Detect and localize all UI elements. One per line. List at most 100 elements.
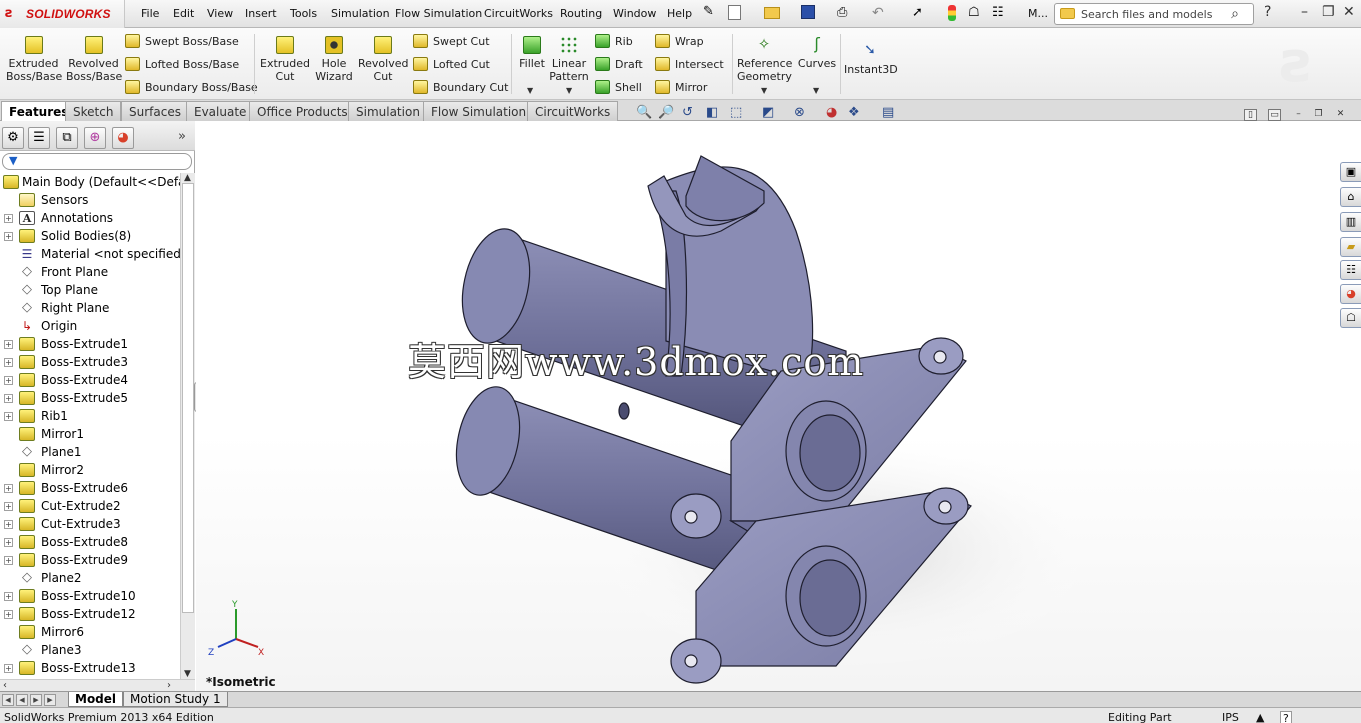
view-palette-tab[interactable]: ☷ <box>1340 260 1361 280</box>
tab-sketch[interactable]: Sketch <box>65 101 122 121</box>
tree-item[interactable]: + Boss-Extrude8 <box>0 533 180 551</box>
tab-motion-study-1[interactable]: Motion Study 1 <box>123 692 228 707</box>
lofted-cut-button[interactable]: Lofted Cut <box>413 57 490 71</box>
lofted-boss-button[interactable]: Lofted Boss/Base <box>125 57 239 71</box>
expand-icon[interactable]: + <box>4 232 13 241</box>
first-tab-icon[interactable]: ◀ <box>2 694 14 706</box>
expand-icon[interactable]: + <box>4 484 13 493</box>
revolved-cut-button[interactable]: Revolved Cut <box>358 36 408 83</box>
hole-wizard-button[interactable]: Hole Wizard <box>313 36 355 83</box>
tree-item[interactable]: ◇ Front Plane <box>0 263 180 281</box>
expand-icon[interactable]: + <box>4 502 13 511</box>
scroll-right-icon[interactable]: › <box>167 680 171 691</box>
menu-tools[interactable]: Tools <box>290 7 317 20</box>
draft-button[interactable]: Draft <box>595 57 643 71</box>
display-manager-tab[interactable]: ◕ <box>112 127 134 149</box>
tree-item[interactable]: + Cut-Extrude3 <box>0 515 180 533</box>
boundary-boss-button[interactable]: Boundary Boss/Base <box>125 80 258 94</box>
options-icon[interactable]: ☷ <box>992 5 1008 21</box>
tree-item[interactable]: ☰ Material <not specified> <box>0 245 180 263</box>
tab-model[interactable]: Model <box>68 692 124 707</box>
tree-item[interactable]: ◇ Top Plane <box>0 281 180 299</box>
linear-pattern-button[interactable]: Linear Pattern <box>548 36 590 83</box>
undo-icon[interactable]: ↶ <box>872 5 888 21</box>
display-style-icon[interactable]: ◩ <box>762 105 774 120</box>
tree-item[interactable]: + Boss-Extrude4 <box>0 371 180 389</box>
tree-item[interactable]: Mirror2 <box>0 461 180 479</box>
previous-view-icon[interactable]: ↺ <box>682 105 693 120</box>
expand-icon[interactable]: + <box>4 538 13 547</box>
wrap-button[interactable]: Wrap <box>655 34 704 48</box>
extruded-cut-button[interactable]: Extruded Cut <box>260 36 310 83</box>
revolved-boss-button[interactable]: Revolved Boss/Base <box>66 36 122 83</box>
scroll-down-icon[interactable]: ▼ <box>184 669 191 679</box>
curves-button[interactable]: ʃ Curves <box>797 36 837 71</box>
apply-scene-icon[interactable]: ❖ <box>848 105 860 120</box>
viewport-tile-icon[interactable]: ▭ <box>1268 109 1281 121</box>
tree-item[interactable]: + Solid Bodies(8) <box>0 227 180 245</box>
tree-item[interactable]: + Boss-Extrude10 <box>0 587 180 605</box>
scroll-thumb[interactable] <box>182 183 194 613</box>
graphics-area[interactable]: 🔍 🔎 ↺ ◧ ⬚ ◩ ⊗ ◕ ❖ ▤ ▯ ▭ – ❐ ✕ 莫西网www.3dm… <box>196 105 1361 691</box>
solidworks-logo[interactable]: ƨ SOLIDWORKS <box>0 0 125 28</box>
tab-circuitworks[interactable]: CircuitWorks <box>527 101 619 121</box>
menu-routing[interactable]: Routing <box>560 7 602 20</box>
viewport-minimize-icon[interactable]: – <box>1292 109 1305 121</box>
reference-dropdown-icon[interactable]: ▼ <box>761 86 767 95</box>
rebuild-icon[interactable] <box>948 5 956 21</box>
status-units-text[interactable]: IPS <box>1222 711 1239 723</box>
help-icon[interactable]: ? <box>1264 4 1271 20</box>
tree-item[interactable]: ◇ Plane1 <box>0 443 180 461</box>
prev-tab-icon[interactable]: ◀ <box>16 694 28 706</box>
tree-item[interactable]: + Rib1 <box>0 407 180 425</box>
expand-icon[interactable]: + <box>4 394 13 403</box>
zoom-to-fit-icon[interactable]: 🔍 <box>636 105 652 120</box>
instant3d-button[interactable]: ➘ Instant3D <box>844 42 898 76</box>
expand-icon[interactable]: + <box>4 412 13 421</box>
tree-item[interactable]: + Boss-Extrude9 <box>0 551 180 569</box>
mirror-button[interactable]: Mirror <box>655 80 707 94</box>
new-document-icon[interactable] <box>728 5 741 20</box>
tree-item[interactable]: + Boss-Extrude3 <box>0 353 180 371</box>
tree-item[interactable]: ◇ Right Plane <box>0 299 180 317</box>
expand-icon[interactable]: + <box>4 214 13 223</box>
tree-filter-input[interactable]: ▼ <box>2 153 192 170</box>
rib-button[interactable]: Rib <box>595 34 633 48</box>
menu-circuitworks[interactable]: CircuitWorks <box>484 7 553 20</box>
print-icon[interactable]: ⎙ <box>837 5 853 21</box>
tree-item[interactable]: Mirror1 <box>0 425 180 443</box>
tree-vertical-scrollbar[interactable]: ▲ ▼ <box>180 173 195 679</box>
expand-icon[interactable]: + <box>4 556 13 565</box>
tree-item[interactable]: + Boss-Extrude6 <box>0 479 180 497</box>
select-cursor-icon[interactable]: ➚ <box>912 5 928 21</box>
reference-geometry-button[interactable]: ✧ Reference Geometry <box>737 36 792 83</box>
menu-window[interactable]: Window <box>613 7 656 20</box>
edit-appearance-icon[interactable]: ◕ <box>826 105 837 120</box>
expand-icon[interactable]: + <box>4 340 13 349</box>
tree-item[interactable]: ↳ Origin <box>0 317 180 335</box>
tab-simulation[interactable]: Simulation <box>348 101 428 121</box>
fillet-dropdown-icon[interactable]: ▼ <box>527 86 533 95</box>
solidworks-resources-tab[interactable]: ▣ <box>1340 162 1361 182</box>
restore-icon[interactable]: ❐ <box>1322 4 1335 20</box>
menu-flow-simulation[interactable]: Flow Simulation <box>395 7 482 20</box>
expand-icon[interactable]: + <box>4 610 13 619</box>
pin-icon[interactable]: ✎ <box>703 4 719 20</box>
swept-boss-button[interactable]: Swept Boss/Base <box>125 34 239 48</box>
tree-item[interactable]: Sensors <box>0 191 180 209</box>
property-manager-tab[interactable]: ☰ <box>28 127 50 149</box>
tree-item[interactable]: + Boss-Extrude1 <box>0 335 180 353</box>
menu-view[interactable]: View <box>207 7 233 20</box>
tab-surfaces[interactable]: Surfaces <box>121 101 189 121</box>
tab-evaluate[interactable]: Evaluate <box>186 101 255 121</box>
tree-item[interactable]: + A Annotations <box>0 209 180 227</box>
search-box[interactable]: Search files and models ⌕ <box>1054 3 1254 25</box>
menu-help[interactable]: Help <box>667 7 692 20</box>
viewport-split-icon[interactable]: ▯ <box>1244 109 1257 121</box>
shell-button[interactable]: Shell <box>595 80 642 94</box>
tree-item[interactable]: Mirror6 <box>0 623 180 641</box>
dimxpert-manager-tab[interactable]: ⊕ <box>84 127 106 149</box>
status-help-icon[interactable]: ? <box>1280 711 1292 723</box>
tree-item[interactable]: + Boss-Extrude13 <box>0 659 180 677</box>
expand-icon[interactable]: + <box>4 520 13 529</box>
